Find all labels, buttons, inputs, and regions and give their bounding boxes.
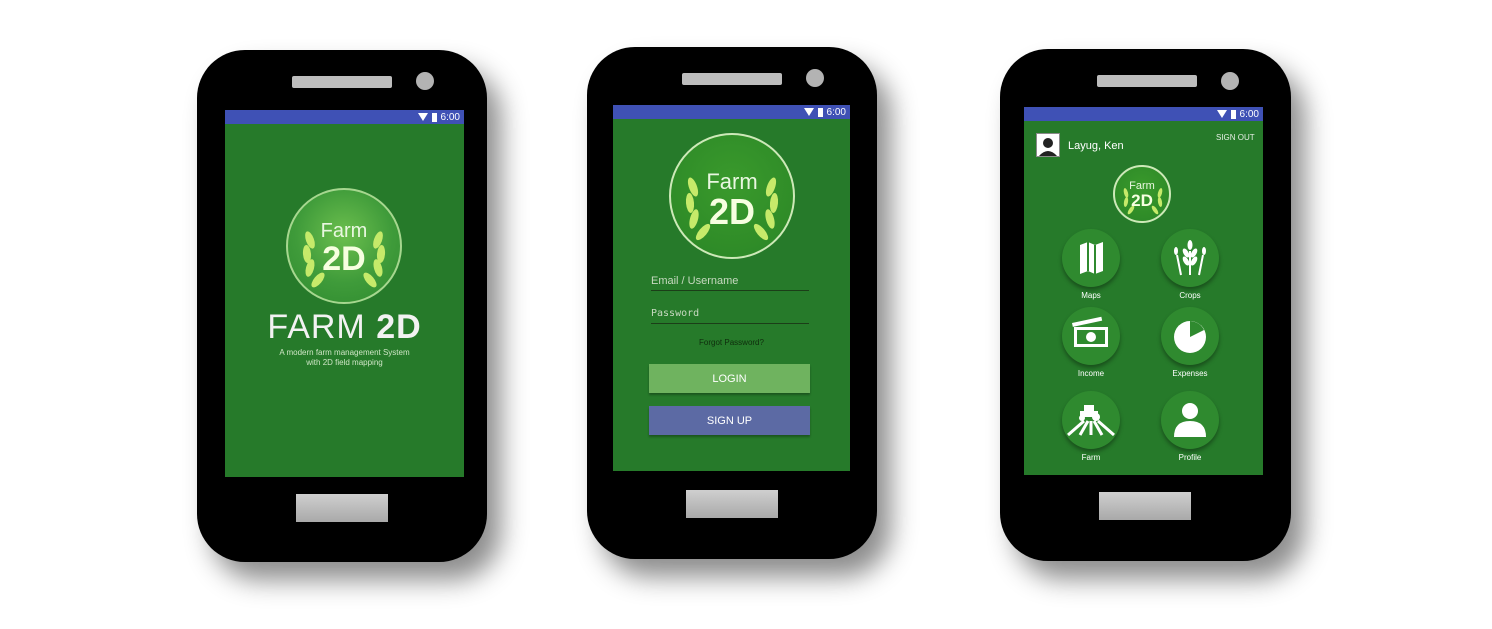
person-icon bbox=[1174, 403, 1206, 437]
logo-2d-text: 2D bbox=[708, 191, 756, 232]
menu-item-maps[interactable]: Maps bbox=[1061, 229, 1121, 300]
phone-camera bbox=[416, 72, 434, 90]
phone-login: 6:00 Farm 2D Email / Username Password F… bbox=[587, 47, 877, 559]
menu-button-crops[interactable] bbox=[1161, 229, 1219, 287]
wheat-icon bbox=[1174, 240, 1206, 276]
splash-screen: 6:00 Farm 2D FARM 2D A modern farm manag… bbox=[225, 110, 464, 477]
menu-button-farm[interactable] bbox=[1062, 391, 1120, 449]
wifi-icon bbox=[803, 108, 814, 116]
battery-icon bbox=[431, 112, 437, 122]
splash-title: FARM 2D bbox=[225, 308, 464, 347]
wifi-icon bbox=[1216, 110, 1227, 118]
dashboard-screen: 6:00 Layug, Ken SIGN OUT Farm 2D Maps Cr… bbox=[1024, 107, 1263, 475]
cash-icon bbox=[1072, 316, 1108, 347]
logo-2d-text: 2D bbox=[1131, 191, 1153, 210]
password-field[interactable]: Password bbox=[651, 308, 809, 319]
tractor-field-icon bbox=[1067, 405, 1115, 437]
phone-speaker bbox=[682, 73, 782, 85]
login-screen: 6:00 Farm 2D Email / Username Password F… bbox=[613, 105, 850, 471]
login-button[interactable]: LOGIN bbox=[649, 364, 810, 393]
password-field-underline bbox=[651, 323, 809, 324]
menu-label-crops: Crops bbox=[1179, 291, 1201, 300]
splash-subtitle: A modern farm management System with 2D … bbox=[255, 348, 434, 368]
menu-button-profile[interactable] bbox=[1161, 391, 1219, 449]
email-field[interactable]: Email / Username bbox=[651, 275, 809, 287]
status-time: 6:00 bbox=[826, 106, 846, 118]
phone-splash: 6:00 Farm 2D FARM 2D A modern farm manag… bbox=[197, 50, 487, 562]
status-bar: 6:00 bbox=[1024, 107, 1263, 121]
avatar[interactable] bbox=[1036, 133, 1060, 157]
phone-camera bbox=[1221, 72, 1239, 90]
battery-icon bbox=[1230, 109, 1236, 119]
menu-button-maps[interactable] bbox=[1062, 229, 1120, 287]
menu-label-income: Income bbox=[1077, 369, 1105, 378]
menu-label-expenses: Expenses bbox=[1172, 369, 1208, 378]
phone-home-button[interactable] bbox=[1099, 492, 1191, 520]
app-logo: Farm 2D bbox=[286, 188, 402, 304]
phone-speaker bbox=[292, 76, 392, 88]
splash-title-light: FARM bbox=[267, 308, 377, 346]
menu-item-crops[interactable]: Crops bbox=[1160, 229, 1220, 300]
splash-subtitle-line-1: A modern farm management System bbox=[279, 348, 410, 357]
map-icon bbox=[1080, 242, 1103, 274]
logo-2d-text: 2D bbox=[322, 240, 366, 278]
status-time: 6:00 bbox=[440, 111, 460, 123]
splash-subtitle-line-2: with 2D field mapping bbox=[306, 358, 383, 367]
email-field-underline bbox=[651, 290, 809, 291]
menu-button-expenses[interactable] bbox=[1161, 307, 1219, 365]
sign-out-button[interactable]: SIGN OUT bbox=[1216, 133, 1255, 142]
menu-item-farm[interactable]: Farm bbox=[1061, 391, 1121, 462]
menu-item-income[interactable]: Income bbox=[1061, 307, 1121, 378]
menu-label-farm: Farm bbox=[1081, 453, 1101, 462]
forgot-password-link[interactable]: Forgot Password? bbox=[613, 338, 850, 347]
signup-button[interactable]: SIGN UP bbox=[649, 406, 810, 435]
phone-home-button[interactable] bbox=[296, 494, 388, 522]
status-bar: 6:00 bbox=[225, 110, 464, 124]
splash-title-bold: 2D bbox=[376, 308, 422, 346]
menu-button-income[interactable] bbox=[1062, 307, 1120, 365]
menu-item-expenses[interactable]: Expenses bbox=[1160, 307, 1220, 378]
menu-item-profile[interactable]: Profile bbox=[1160, 391, 1220, 462]
pie-chart-icon bbox=[1174, 321, 1206, 353]
menu-label-profile: Profile bbox=[1178, 453, 1202, 462]
phone-dashboard: 6:00 Layug, Ken SIGN OUT Farm 2D Maps Cr… bbox=[1000, 49, 1291, 561]
battery-icon bbox=[817, 107, 823, 117]
user-name: Layug, Ken bbox=[1068, 140, 1124, 152]
wifi-icon bbox=[417, 113, 428, 121]
app-logo: Farm 2D bbox=[1113, 165, 1171, 223]
status-time: 6:00 bbox=[1239, 108, 1259, 120]
phone-camera bbox=[806, 69, 824, 87]
person-icon bbox=[1039, 138, 1057, 156]
phone-speaker bbox=[1097, 75, 1197, 87]
status-bar: 6:00 bbox=[613, 105, 850, 119]
menu-label-maps: Maps bbox=[1081, 291, 1101, 300]
phone-home-button[interactable] bbox=[686, 490, 778, 518]
app-logo: Farm 2D bbox=[669, 133, 795, 259]
